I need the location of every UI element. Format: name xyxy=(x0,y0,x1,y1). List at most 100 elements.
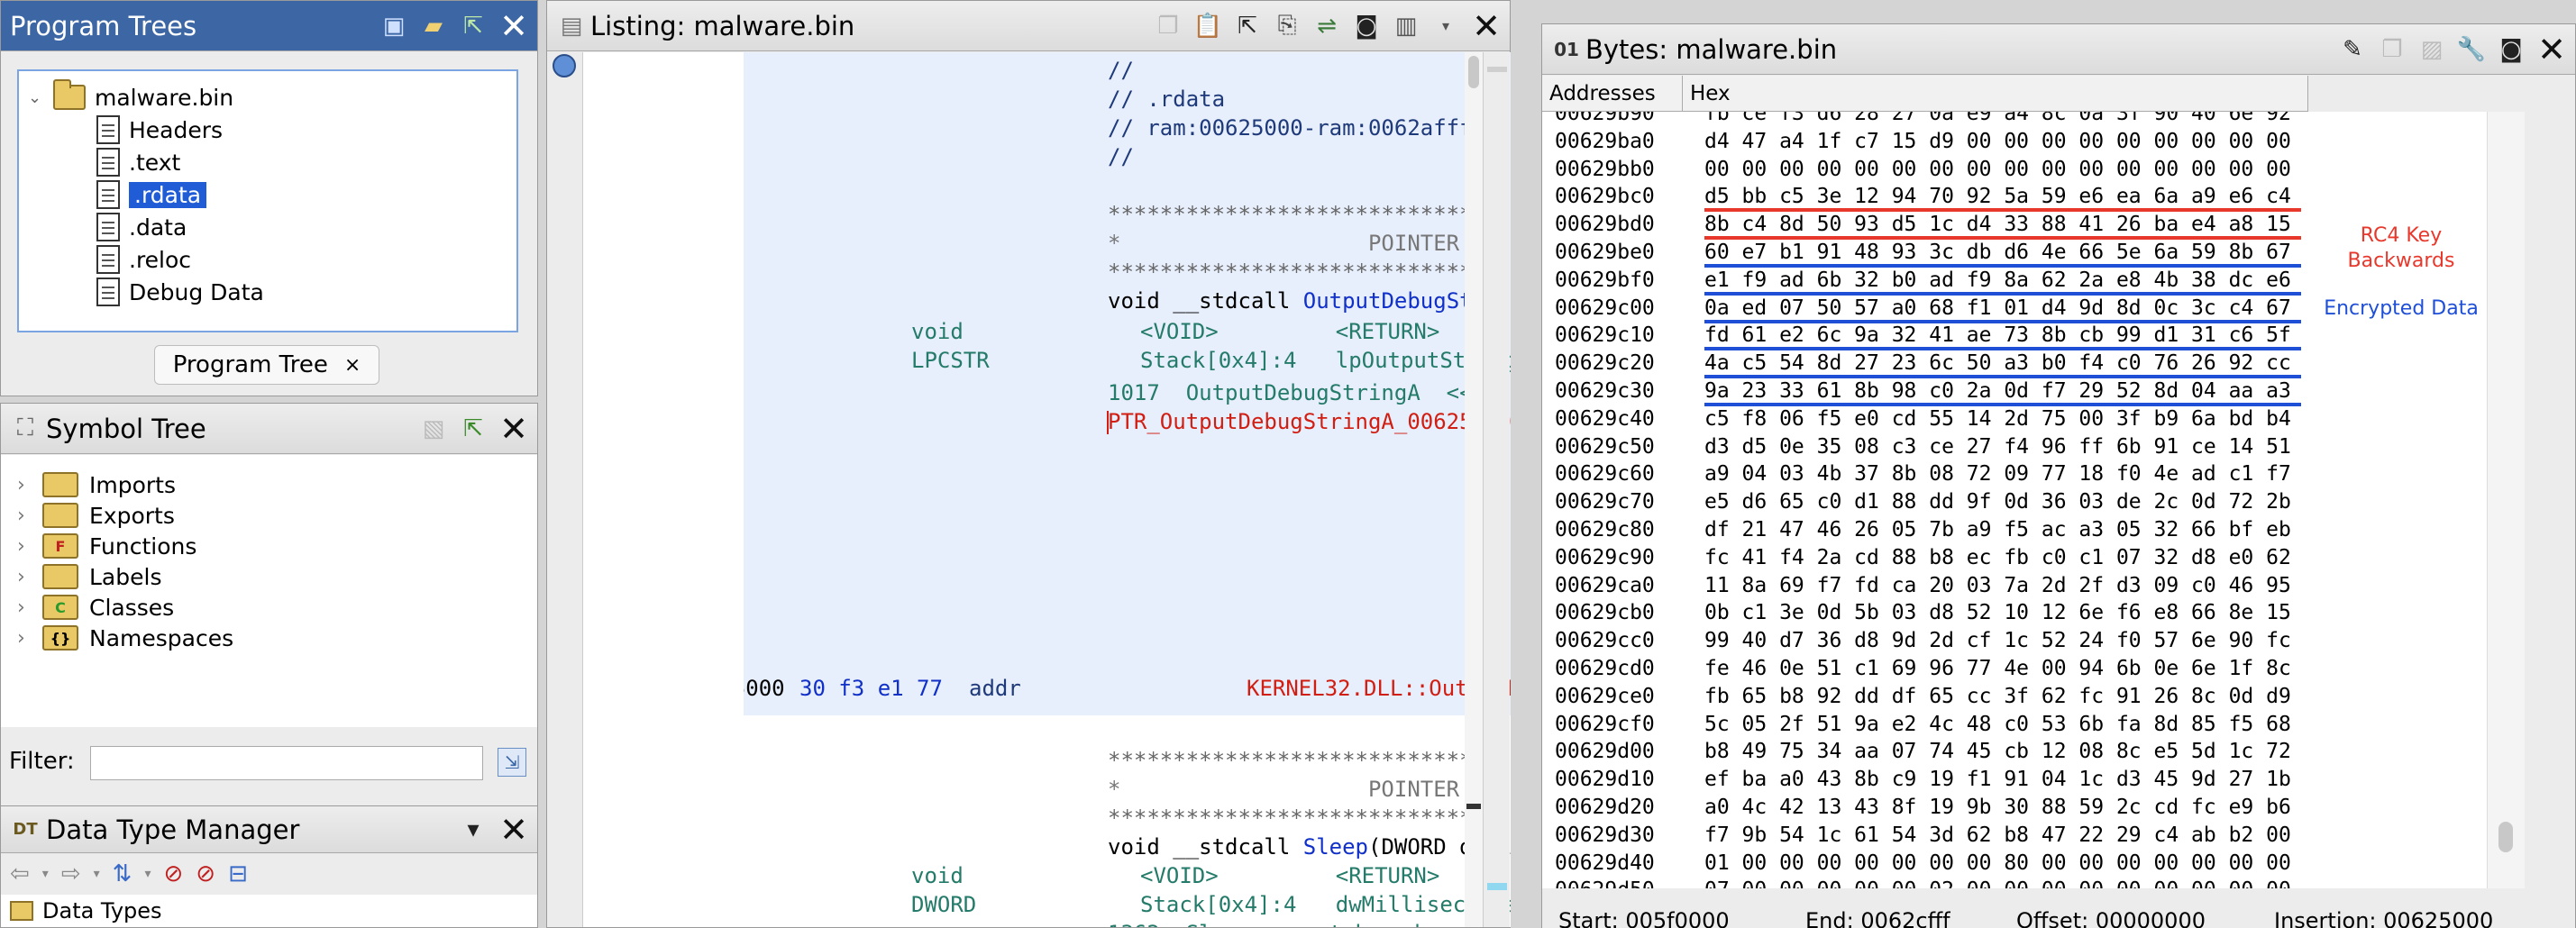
filter-input[interactable] xyxy=(90,746,483,780)
bytes-row[interactable]: 00629c80 df 21 47 46 26 05 7b a9 f5 ac a3… xyxy=(1542,517,2316,542)
tree-item-text[interactable]: .text xyxy=(96,147,180,177)
bytes-row[interactable]: 00629ba0 d4 47 a4 1f c7 15 d9 00 00 00 00… xyxy=(1542,129,2316,154)
bytes-row[interactable]: 00629b90 fb ce f3 d6 28 27 0a e9 a4 8c 0a… xyxy=(1542,112,2316,126)
symbol-item-exports[interactable]: › Exports xyxy=(17,500,175,531)
wrench-icon[interactable]: 🔧 xyxy=(2456,34,2487,65)
bytes-hex-values[interactable]: b8 49 75 34 aa 07 74 45 cb 12 08 8c e5 5… xyxy=(1704,739,2291,764)
listing-line[interactable]: // .rdata xyxy=(1108,85,1225,114)
listing-line[interactable]: 1017 OutputDebugStringA <<not bound>> xyxy=(1108,378,1519,407)
listing-line[interactable]: ****************************************… xyxy=(1108,258,1519,287)
field-layout-icon[interactable]: ▥ xyxy=(1391,11,1421,41)
filter-options-icon[interactable]: ⇲ xyxy=(498,748,526,777)
bytes-row[interactable]: 00629bf0 e1 f9 ad 6b 32 b0 ad f9 8a 62 2a… xyxy=(1542,268,2316,293)
listing-line[interactable]: ****************************************… xyxy=(1108,746,1519,775)
bytes-row[interactable]: 00629c70 e5 d6 65 c0 d1 88 dd 9f 0d 36 03… xyxy=(1542,489,2316,514)
bytes-hex-values[interactable]: 5c 05 2f 51 9a e2 4c 48 c0 53 6b fa 8d 8… xyxy=(1704,712,2291,737)
program-trees-titlebar[interactable]: Program Trees ▣ ▰ ⇱ ✕ xyxy=(1,1,537,51)
diff-icon[interactable]: ⇌ xyxy=(1311,11,1342,41)
tab-close-icon[interactable]: × xyxy=(344,354,361,377)
tree-root-malware-bin[interactable]: ⌄ malware.bin xyxy=(28,79,233,113)
camera-icon[interactable]: ◙ xyxy=(2496,34,2526,65)
bytes-hex-values[interactable]: d5 bb c5 3e 12 94 70 92 5a 59 e6 ea 6a a… xyxy=(1704,184,2291,209)
bytes-row[interactable]: 00629bb0 00 00 00 00 00 00 00 00 00 00 00… xyxy=(1542,157,2316,182)
chevron-down-icon[interactable]: ▾ xyxy=(1430,11,1461,41)
bytes-hex-values[interactable]: 60 e7 b1 91 48 93 3c db d6 4e 66 5e 6a 5… xyxy=(1704,240,2291,265)
open-folder-icon[interactable]: ▰ xyxy=(418,11,449,41)
bytes-row[interactable]: 00629d10 ef ba a0 43 8b c9 19 f1 91 04 1c… xyxy=(1542,767,2316,792)
listing-body[interactable]: // // .rdata // ram:00625000-ram:0062afff /… xyxy=(547,52,1519,927)
copy-icon[interactable]: ❐ xyxy=(1153,11,1183,41)
listing-line[interactable]: void __stdcall OutputDebugStringA xyxy=(1108,287,1519,315)
chevron-right-icon[interactable]: › xyxy=(17,566,32,588)
tab-program-tree[interactable]: Program Tree × xyxy=(154,345,379,385)
bytes-row[interactable]: 00629c00 0a ed 07 50 57 a0 68 f1 01 d4 9d… xyxy=(1542,296,2316,321)
bytes-hex-values[interactable]: d4 47 a4 1f c7 15 d9 00 00 00 00 00 00 0… xyxy=(1704,129,2291,154)
listing-line[interactable]: // xyxy=(1108,142,1134,171)
bytes-hex-values[interactable]: f7 9b 54 1c 61 54 3d 62 b8 47 22 29 c4 a… xyxy=(1704,823,2291,848)
bytes-hex-values[interactable]: fe 46 0e 51 c1 69 96 77 4e 00 94 6b 0e 6… xyxy=(1704,656,2291,681)
tree-item-data[interactable]: .data xyxy=(96,212,187,242)
expand-icon[interactable]: ⌄ xyxy=(28,88,44,107)
scroll-thumb[interactable] xyxy=(1468,56,1479,88)
new-namespace-icon[interactable]: ▧ xyxy=(418,414,449,444)
listing-line[interactable]: // xyxy=(1108,56,1134,85)
close-icon[interactable]: ✕ xyxy=(498,409,530,449)
listing-line[interactable]: void __stdcall Sleep(DWORD dwMillisecond… xyxy=(1108,832,1519,861)
chevron-right-icon[interactable]: › xyxy=(17,596,32,619)
bytes-hex-values[interactable]: a0 4c 42 13 43 8f 19 9b 30 88 59 2c cd f… xyxy=(1704,795,2291,820)
listing-line[interactable]: DWORD Stack[0x4]:4 dwMilliseconds xyxy=(911,890,1518,919)
bytes-row[interactable]: 00629d30 f7 9b 54 1c 61 54 3d 62 b8 47 22… xyxy=(1542,823,2316,848)
dtm-tree[interactable]: Data Types xyxy=(1,895,537,927)
bytes-hex-view[interactable]: 00629b90 fb ce f3 d6 28 27 0a e9 a4 8c 0a… xyxy=(1542,112,2316,888)
bytes-row[interactable]: 00629cf0 5c 05 2f 51 9a e2 4c 48 c0 53 6b… xyxy=(1542,712,2316,737)
bytes-hex-values[interactable]: c5 f8 06 f5 e0 cd 55 14 2d 75 00 3f b9 6… xyxy=(1704,406,2291,432)
bytes-hex-values[interactable]: 11 8a 69 f7 fd ca 20 03 7a 2d 2f d3 09 c… xyxy=(1704,573,2291,598)
filter-arrays-icon[interactable]: ⊘ xyxy=(163,860,183,887)
bytes-hex-values[interactable]: e5 d6 65 c0 d1 88 dd 9f 0d 36 03 de 2c 0… xyxy=(1704,489,2291,514)
bytes-hex-values[interactable]: d3 d5 0e 35 08 c3 ce 27 f4 96 ff 6b 91 c… xyxy=(1704,434,2291,459)
close-icon[interactable]: ✕ xyxy=(1470,6,1503,46)
bytes-hex-values[interactable]: ef ba a0 43 8b c9 19 f1 91 04 1c d3 45 9… xyxy=(1704,767,2291,792)
bytes-row[interactable]: 00629bd0 8b c4 8d 50 93 d5 1c d4 33 88 41… xyxy=(1542,212,2316,237)
program-tree-view[interactable]: ⌄ malware.bin Headers .text .rdata .data… xyxy=(17,69,518,332)
listing-line[interactable]: * POINTER to EXTERNAL FUNCTION xyxy=(1108,775,1519,804)
bytes-hex-values[interactable]: 01 00 00 00 00 00 00 00 80 00 00 00 00 0… xyxy=(1704,851,2291,876)
listing-line[interactable]: void <VOID> <RETURN> xyxy=(911,317,1439,346)
symbol-item-classes[interactable]: › C Classes xyxy=(17,592,174,623)
bytes-hex-values[interactable]: 99 40 d7 36 d8 9d 2d cf 1c 52 24 f0 57 6… xyxy=(1704,628,2291,653)
edit-pencil-icon[interactable]: ✎ xyxy=(2337,34,2368,65)
listing-overview-bar[interactable] xyxy=(1483,52,1510,927)
associate-icon[interactable]: ⇅ xyxy=(113,860,132,887)
listing-line[interactable]: void <VOID> <RETURN> xyxy=(911,861,1439,890)
bytes-row[interactable]: 00629c40 c5 f8 06 f5 e0 cd 55 14 2d 75 00… xyxy=(1542,406,2316,432)
close-icon[interactable]: ✕ xyxy=(498,6,530,46)
bytes-row[interactable]: 00629c10 fd 61 e2 6c 9a 32 41 ae 73 8b cb… xyxy=(1542,323,2316,348)
symbol-item-functions[interactable]: › F Functions xyxy=(17,531,196,561)
bytes-row[interactable]: 00629cd0 fe 46 0e 51 c1 69 96 77 4e 00 94… xyxy=(1542,656,2316,681)
bytes-row[interactable]: 00629cb0 0b c1 3e 0d 5b 03 d8 52 10 12 6e… xyxy=(1542,600,2316,625)
bytes-hex-values[interactable]: df 21 47 46 26 05 7b a9 f5 ac a3 05 32 6… xyxy=(1704,517,2291,542)
camera-icon[interactable]: ◙ xyxy=(1351,11,1382,41)
listing-line[interactable]: LPCSTR Stack[0x4]:4 lpOutputString xyxy=(911,346,1518,375)
bytes-scrollbar[interactable] xyxy=(2487,112,2525,888)
bytes-hex-values[interactable]: fd 61 e2 6c 9a 32 41 ae 73 8b cb 99 d1 3… xyxy=(1704,323,2291,348)
bytes-row[interactable]: 00629c20 4a c5 54 8d 27 23 6c 50 a3 b0 f4… xyxy=(1542,350,2316,376)
export-icon[interactable]: ⇱ xyxy=(458,414,489,444)
scroll-thumb[interactable] xyxy=(2498,822,2513,852)
forward-arrow-icon[interactable]: ⇨ xyxy=(61,860,81,887)
listing-titlebar[interactable]: ▤ Listing: malware.bin ❐ 📋 ⇱ ⎘ ⇌ ◙ ▥ ▾ ✕ xyxy=(547,1,1510,51)
symbol-item-labels[interactable]: › Labels xyxy=(17,561,161,592)
listing-line[interactable]: ****************************************… xyxy=(1108,804,1519,832)
bytes-hex-values[interactable]: 00 00 00 00 00 00 00 00 00 00 00 00 00 0… xyxy=(1704,157,2291,182)
bytes-hex-values[interactable]: a9 04 03 4b 37 8b 08 72 09 77 18 f0 4e a… xyxy=(1704,461,2291,487)
bytes-hex-values[interactable]: fc 41 f4 2a cd 88 b8 ec fb c0 c1 07 32 d… xyxy=(1704,545,2291,570)
chevron-right-icon[interactable]: › xyxy=(17,474,32,496)
paste-icon[interactable]: ▨ xyxy=(2416,34,2447,65)
chevron-right-icon[interactable]: › xyxy=(17,535,32,558)
select-cursor-icon[interactable]: ⇱ xyxy=(1232,11,1263,41)
bytes-row[interactable]: 00629d20 a0 4c 42 13 43 8f 19 9b 30 88 59… xyxy=(1542,795,2316,820)
listing-code-area[interactable]: // // .rdata // ram:00625000-ram:0062afff /… xyxy=(744,52,1519,927)
bytes-row[interactable]: 00629c50 d3 d5 0e 35 08 c3 ce 27 f4 96 ff… xyxy=(1542,434,2316,459)
bytes-row[interactable]: 00629d00 b8 49 75 34 aa 07 74 45 cb 12 08… xyxy=(1542,739,2316,764)
bytes-hex-values[interactable]: fb ce f3 d6 28 27 0a e9 a4 8c 0a 3f 90 4… xyxy=(1704,112,2291,126)
